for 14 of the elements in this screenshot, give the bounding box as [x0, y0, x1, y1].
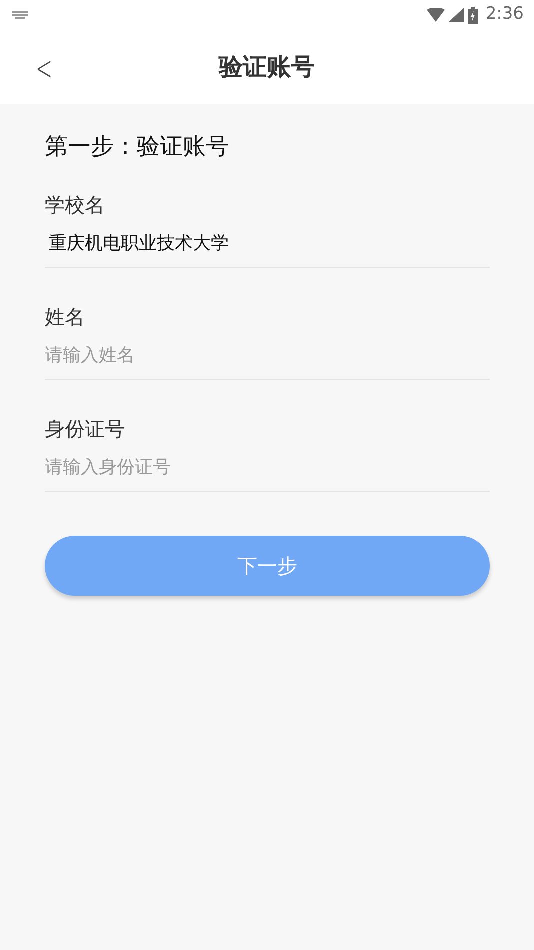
input-field[interactable]: 请输入身份证号 [45, 452, 490, 492]
signal-icon [448, 8, 464, 22]
battery-icon [468, 6, 478, 24]
step-title: 第一步：验证账号 [45, 134, 230, 162]
input-field[interactable]: 重庆机电职业技术大学 [45, 228, 490, 268]
status-time: 2:36 [486, 3, 524, 26]
input-field[interactable]: 请输入姓名 [45, 340, 490, 380]
field-label: 身份证号 [45, 416, 125, 443]
back-button[interactable]: < [30, 48, 58, 90]
field-label: 学校名 [45, 192, 105, 219]
wifi-icon [426, 8, 445, 22]
page-title: 验证账号 [219, 52, 315, 83]
field-label: 姓名 [45, 304, 85, 331]
keyboard-icon [12, 11, 28, 19]
